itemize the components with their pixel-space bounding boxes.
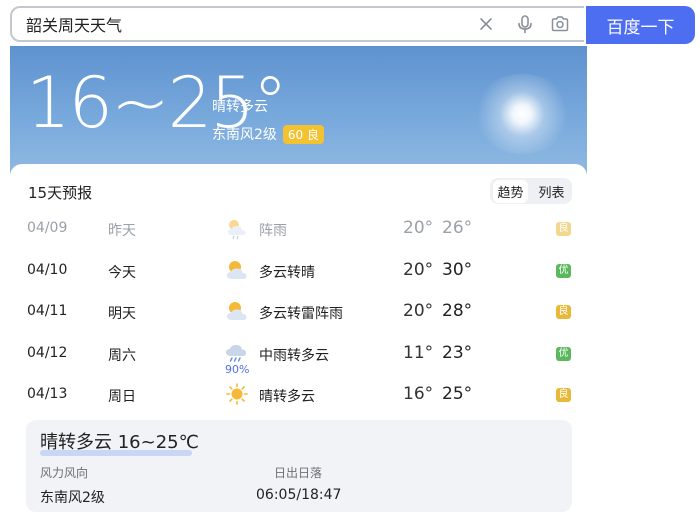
forecast-row[interactable]: 04/10 今天 多云转晴 20° 30° 优 (10, 250, 587, 292)
forecast-panel: 15天预报 趋势 列表 04/09 昨天 阵雨 20° 26° 良 04/10 … (10, 164, 587, 519)
day-detail-panel: 晴转多云 16~25℃ 风力风向 东南风2级 日出日落 06:05/18:47 (26, 420, 572, 512)
tab-list[interactable]: 列表 (534, 180, 568, 203)
forecast-condition: 多云转雷阵雨 (259, 306, 343, 322)
search-button[interactable]: 百度一下 (586, 6, 695, 44)
forecast-day: 周六 (108, 347, 136, 364)
air-quality-badge: 良 (556, 222, 571, 236)
aqi-level: 良 (307, 127, 320, 142)
current-condition: 晴转多云 (212, 99, 268, 115)
forecast-day: 明天 (108, 306, 136, 322)
sunrise-sunset-label: 日出日落 (274, 466, 323, 480)
search-input[interactable] (26, 8, 466, 40)
forecast-condition: 阵雨 (259, 223, 287, 239)
forecast-date: 04/11 (27, 303, 68, 319)
forecast-low: 20° (403, 259, 434, 280)
forecast-title: 15天预报 (28, 184, 93, 202)
forecast-day: 今天 (108, 264, 136, 281)
forecast-condition: 中雨转多云 (259, 347, 329, 364)
current-wind-row: 东南风2级 60 良 (212, 124, 325, 144)
sunrise-sunset-value: 06:05/18:47 (256, 487, 342, 503)
forecast-low: 16° (403, 384, 434, 404)
wind-label: 风力风向 (40, 466, 89, 480)
air-quality-badge: 优 (556, 346, 571, 361)
sun-icon (226, 383, 248, 405)
weather-hero: 16~25° 晴转多云 东南风2级 60 良 (10, 46, 587, 176)
forecast-condition: 多云转晴 (259, 264, 315, 281)
aqi-value: 60 (287, 127, 304, 142)
forecast-high: 25° (442, 384, 473, 404)
forecast-low: 11° (403, 342, 434, 363)
detail-title: 晴转多云 16~25℃ (40, 432, 199, 453)
sun-cloud-rain-icon (228, 220, 246, 240)
sun-cloud-icon (227, 302, 247, 320)
forecast-low: 20° (403, 218, 434, 238)
rain-cloud-icon (226, 344, 246, 362)
forecast-day: 周日 (108, 389, 136, 405)
forecast-high: 30° (442, 259, 473, 280)
microphone-icon[interactable] (515, 14, 535, 34)
sun-cloud-icon (227, 260, 247, 279)
forecast-date: 04/12 (27, 344, 68, 361)
forecast-date: 04/09 (27, 220, 68, 236)
clear-icon[interactable] (476, 14, 496, 34)
forecast-high: 26° (442, 218, 473, 238)
forecast-condition: 晴转多云 (259, 389, 315, 405)
weather-card: 16~25° 晴转多云 东南风2级 60 良 15天预报 趋势 列表 04/09… (10, 46, 587, 519)
camera-icon[interactable] (550, 14, 570, 34)
sun-icon (472, 74, 572, 154)
wind-value: 东南风2级 (40, 490, 105, 506)
aqi-badge[interactable]: 60 良 (282, 124, 325, 144)
current-wind: 东南风2级 (212, 127, 277, 143)
forecast-high: 28° (442, 301, 473, 321)
forecast-row[interactable]: 04/11 明天 多云转雷阵雨 20° 28° 良 (10, 291, 587, 333)
air-quality-badge: 良 (556, 388, 571, 402)
air-quality-badge: 良 (556, 305, 571, 319)
forecast-high: 23° (442, 342, 473, 363)
forecast-list: 04/09 昨天 阵雨 20° 26° 良 04/10 今天 多云转晴 20° … (10, 208, 587, 416)
air-quality-badge: 优 (556, 263, 571, 278)
forecast-row[interactable]: 04/13 周日 晴转多云 16° 25° 良 (10, 374, 587, 416)
forecast-date: 04/13 (27, 386, 68, 402)
forecast-date: 04/10 (27, 261, 68, 278)
forecast-row[interactable]: 04/09 昨天 阵雨 20° 26° 良 (10, 208, 587, 250)
search-box[interactable] (10, 6, 584, 42)
forecast-day: 昨天 (108, 223, 136, 239)
view-toggle: 趋势 列表 (490, 178, 572, 204)
tab-trend[interactable]: 趋势 (493, 179, 528, 203)
forecast-row[interactable]: 04/12 周六 90% 中雨转多云 11° 23° 优 (10, 333, 587, 376)
forecast-low: 20° (403, 301, 434, 321)
